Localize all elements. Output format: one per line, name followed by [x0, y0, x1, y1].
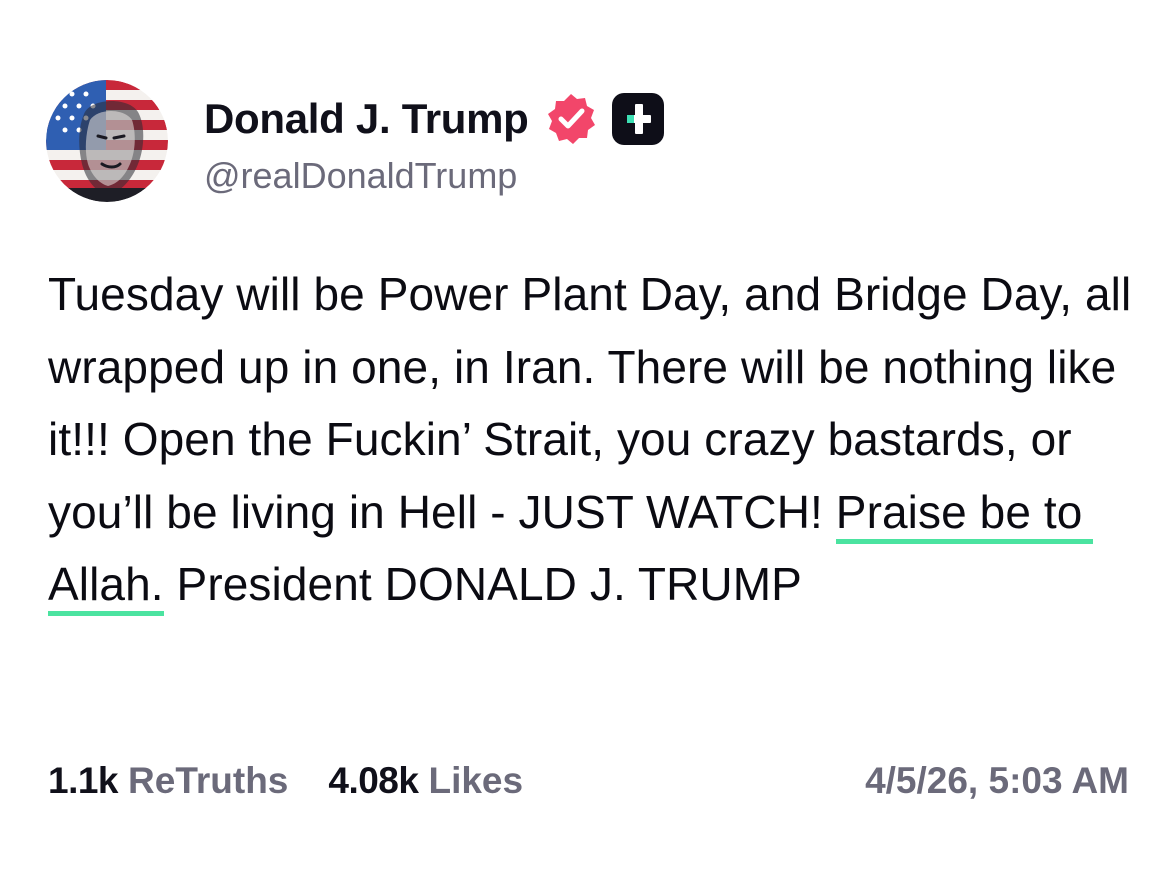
likes-count: 4.08k	[328, 760, 419, 801]
post-timestamp: 4/5/26, 5:03 AM	[865, 760, 1129, 801]
avatar[interactable]	[46, 80, 168, 202]
retruths-stat[interactable]: 1.1k ReTruths	[48, 760, 288, 802]
verified-badge-icon	[543, 91, 599, 147]
post-text: Tuesday will be Power Plant Day, and Bri…	[48, 258, 1138, 621]
author-handle[interactable]: @realDonaldTrump	[204, 155, 517, 197]
plus-badge-icon[interactable]	[611, 92, 665, 146]
retruths-label: ReTruths	[128, 760, 289, 801]
author-name-row: Donald J. Trump	[204, 92, 665, 146]
post-text-signature: President DONALD J. TRUMP	[163, 558, 802, 610]
likes-stat[interactable]: 4.08k Likes	[328, 760, 523, 802]
post-card: Donald J. Trump @realDonaldTrump Tuesday…	[0, 0, 1175, 875]
author-display-name[interactable]: Donald J. Trump	[204, 95, 529, 143]
engagement-stats: 1.1k ReTruths 4.08k Likes	[48, 760, 523, 802]
retruths-count: 1.1k	[48, 760, 119, 801]
avatar-image	[46, 80, 168, 202]
likes-label: Likes	[428, 760, 524, 801]
